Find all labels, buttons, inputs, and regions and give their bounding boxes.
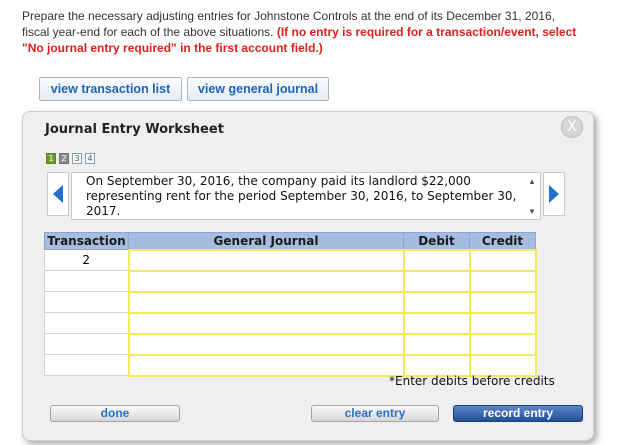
header-debit: Debit xyxy=(403,232,470,250)
transaction-description-box: On September 30, 2016, the company paid … xyxy=(71,172,541,220)
transaction-description: On September 30, 2016, the company paid … xyxy=(86,174,517,218)
table-row xyxy=(44,290,537,314)
record-entry-button[interactable]: record entry xyxy=(453,405,583,422)
account-input[interactable] xyxy=(127,311,405,335)
transaction-cell xyxy=(44,291,129,313)
debits-before-credits-hint: *Enter debits before credits xyxy=(389,374,555,388)
table-row xyxy=(44,311,537,335)
transaction-number: 2 xyxy=(44,249,129,271)
clear-entry-button[interactable]: clear entry xyxy=(311,405,439,422)
debit-input[interactable] xyxy=(402,311,471,335)
debit-input[interactable] xyxy=(402,290,471,314)
account-input[interactable] xyxy=(127,248,405,272)
transaction-cell xyxy=(44,354,129,376)
transaction-cell xyxy=(44,312,129,334)
account-input[interactable] xyxy=(127,332,405,356)
table-row: 2 xyxy=(44,248,537,272)
debit-input[interactable] xyxy=(402,353,471,377)
instructions-warning-a: (If no entry is required for a transacti… xyxy=(276,25,577,39)
page-tabs: 1 2 3 4 xyxy=(46,153,95,164)
transaction-cell xyxy=(44,333,129,355)
header-general-journal: General Journal xyxy=(128,232,404,250)
credit-input[interactable] xyxy=(468,248,537,272)
debit-input[interactable] xyxy=(402,269,471,293)
credit-input[interactable] xyxy=(468,311,537,335)
view-general-journal-button[interactable]: view general journal xyxy=(187,77,329,101)
instructions-line1: Prepare the necessary adjusting entries … xyxy=(22,9,555,23)
table-row xyxy=(44,269,537,293)
debit-input[interactable] xyxy=(402,332,471,356)
table-header-row: Transaction General Journal Debit Credit xyxy=(44,232,536,250)
scroll-down-icon[interactable]: ▼ xyxy=(526,206,538,218)
scroll-up-icon[interactable]: ▲ xyxy=(526,176,538,188)
instructions-line2: fiscal year-end for each of the above si… xyxy=(22,25,274,39)
page-tab-3[interactable]: 3 xyxy=(72,153,82,164)
header-transaction: Transaction xyxy=(44,232,129,250)
next-transaction-arrow-icon[interactable] xyxy=(543,172,565,216)
credit-input[interactable] xyxy=(468,353,537,377)
account-input[interactable] xyxy=(127,290,405,314)
journal-entry-table: Transaction General Journal Debit Credit… xyxy=(44,232,537,377)
done-button[interactable]: done xyxy=(50,405,180,422)
credit-input[interactable] xyxy=(468,332,537,356)
account-input[interactable] xyxy=(127,353,405,377)
close-icon[interactable]: X xyxy=(561,116,583,138)
journal-entry-worksheet-panel: Journal Entry Worksheet X 1 2 3 4 On Sep… xyxy=(22,111,594,441)
header-credit: Credit xyxy=(469,232,536,250)
transaction-cell xyxy=(44,270,129,292)
page-tab-2[interactable]: 2 xyxy=(59,153,69,164)
account-input[interactable] xyxy=(127,269,405,293)
table-row xyxy=(44,353,537,377)
debit-input[interactable] xyxy=(402,248,471,272)
page-tab-4[interactable]: 4 xyxy=(85,153,95,164)
worksheet-title: Journal Entry Worksheet xyxy=(45,122,224,137)
instructions-warning-b: "No journal entry required" in the first… xyxy=(22,41,323,55)
credit-input[interactable] xyxy=(468,269,537,293)
instructions: Prepare the necessary adjusting entries … xyxy=(22,8,612,56)
page-tab-1[interactable]: 1 xyxy=(46,153,56,164)
view-transaction-list-button[interactable]: view transaction list xyxy=(39,77,182,101)
table-row xyxy=(44,332,537,356)
description-scrollbar[interactable]: ▲ ▼ xyxy=(526,176,538,218)
credit-input[interactable] xyxy=(468,290,537,314)
previous-transaction-arrow-icon[interactable] xyxy=(47,172,69,216)
